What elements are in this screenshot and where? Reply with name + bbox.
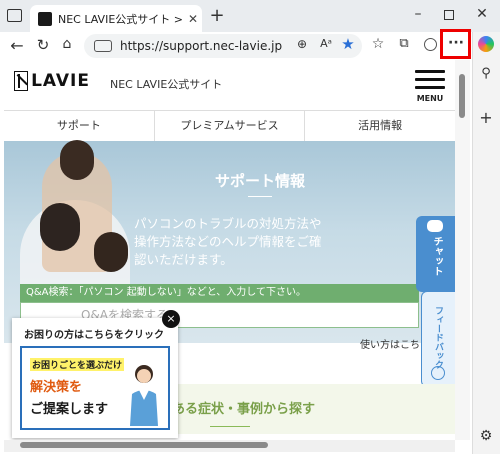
- tab-actions-icon[interactable]: [6, 8, 22, 24]
- refresh-icon[interactable]: ↻: [34, 36, 52, 54]
- zoom-icon[interactable]: ⊕: [294, 37, 310, 51]
- hamburger-bar: [415, 86, 445, 89]
- help-popup[interactable]: お困りの方はこちらをクリック × お困りごとを選ぶだけ 解決策を ご提案します: [12, 310, 180, 438]
- close-tab-icon[interactable]: ✕: [184, 12, 202, 26]
- tab-title: NEC LAVIE公式サイト > サービス&サ: [58, 12, 184, 26]
- read-aloud-icon[interactable]: Aᵃ: [318, 37, 334, 50]
- global-nav: サポート プレミアムサービス 活用情報: [4, 110, 455, 142]
- favorite-star-icon[interactable]: ★: [340, 35, 356, 53]
- site-favicon-icon: [38, 11, 52, 26]
- hero-photo-head: [40, 203, 80, 251]
- hero-photo-head: [60, 140, 94, 180]
- nav-item-premium[interactable]: プレミアムサービス: [155, 111, 306, 141]
- favorites-list-icon[interactable]: ☆: [370, 36, 386, 52]
- popup-header: お困りの方はこちらをクリック: [24, 330, 164, 341]
- chat-bubble-icon: [427, 220, 443, 232]
- nav-item-usage[interactable]: 活用情報: [305, 111, 455, 141]
- logo-text: LAVIE: [31, 71, 90, 91]
- popup-close-button[interactable]: ×: [162, 310, 180, 328]
- new-tab-icon[interactable]: +: [208, 6, 226, 26]
- highlight-box: [440, 29, 471, 59]
- banner-line2: 解決策を: [30, 380, 83, 395]
- menu-label: MENU: [416, 94, 444, 103]
- sidebar-add-icon[interactable]: +: [478, 108, 494, 127]
- banner-line3: ご提案します: [30, 402, 109, 417]
- solution-banner[interactable]: お困りごとを選ぶだけ 解決策を ご提案します: [20, 346, 170, 430]
- maximize-icon[interactable]: [444, 10, 454, 20]
- hamburger-bar: [415, 78, 445, 81]
- support-staff-illustration: [130, 365, 158, 426]
- hero-title: サポート情報: [214, 172, 305, 190]
- chat-tab[interactable]: チャット: [416, 216, 455, 292]
- nav-item-support[interactable]: サポート: [4, 111, 155, 141]
- smiley-icon: [431, 366, 445, 380]
- hero-line: パソコンのトラブルの対処方法や: [134, 216, 322, 231]
- sidebar-settings-icon[interactable]: ⚙: [478, 428, 494, 444]
- symptom-title: ある症状・事例から探す: [172, 402, 316, 417]
- symptom-divider: [210, 426, 250, 427]
- menu-button[interactable]: MENU: [413, 70, 447, 103]
- hero-line: 操作方法などのヘルプ情報をご確: [134, 234, 322, 249]
- howto-link[interactable]: 使い方はこち: [360, 336, 420, 351]
- logo-mark-icon: [14, 71, 29, 91]
- banner-line1: お困りごとを選ぶだけ: [30, 358, 125, 371]
- hero-line: 認いただけます。: [134, 252, 233, 267]
- horizontal-scroll-thumb[interactable]: [20, 442, 268, 448]
- hero-photo-head: [94, 232, 128, 272]
- search-hint: Q&A検索：「パソコン 起動しない」などと、入力して下さい。: [20, 284, 419, 302]
- feedback-tab[interactable]: フィードバック: [421, 291, 455, 387]
- minimize-icon[interactable]: –: [410, 6, 426, 22]
- site-name[interactable]: NEC LAVIE公式サイト: [110, 76, 222, 92]
- close-window-icon[interactable]: ✕: [474, 6, 490, 22]
- copilot-icon[interactable]: [478, 36, 494, 52]
- chat-tab-label: チャット: [431, 236, 442, 276]
- browser-tab[interactable]: NEC LAVIE公式サイト > サービス&サ ✕: [30, 5, 202, 32]
- extensions-icon[interactable]: ⧉: [396, 36, 412, 51]
- symptom-section[interactable]: ある症状・事例から探す: [150, 384, 460, 434]
- hamburger-icon: [415, 70, 445, 73]
- hero-divider: [248, 196, 272, 197]
- sidebar-search-icon[interactable]: ⚲: [478, 66, 494, 81]
- url-text: https://support.nec-lavie.jp: [120, 39, 283, 53]
- lock-icon: [94, 40, 112, 52]
- back-icon[interactable]: ←: [8, 36, 26, 55]
- lavie-logo[interactable]: LAVIE: [14, 70, 90, 92]
- edge-sidebar: [472, 32, 500, 454]
- home-icon[interactable]: ⌂: [58, 36, 76, 52]
- profile-icon[interactable]: [424, 38, 437, 51]
- hero-description: パソコンのトラブルの対処方法や 操作方法などのヘルプ情報をご確 認いただけます。: [134, 215, 374, 269]
- vertical-scroll-thumb[interactable]: [459, 74, 465, 118]
- feedback-tab-label: フィードバック: [433, 306, 443, 369]
